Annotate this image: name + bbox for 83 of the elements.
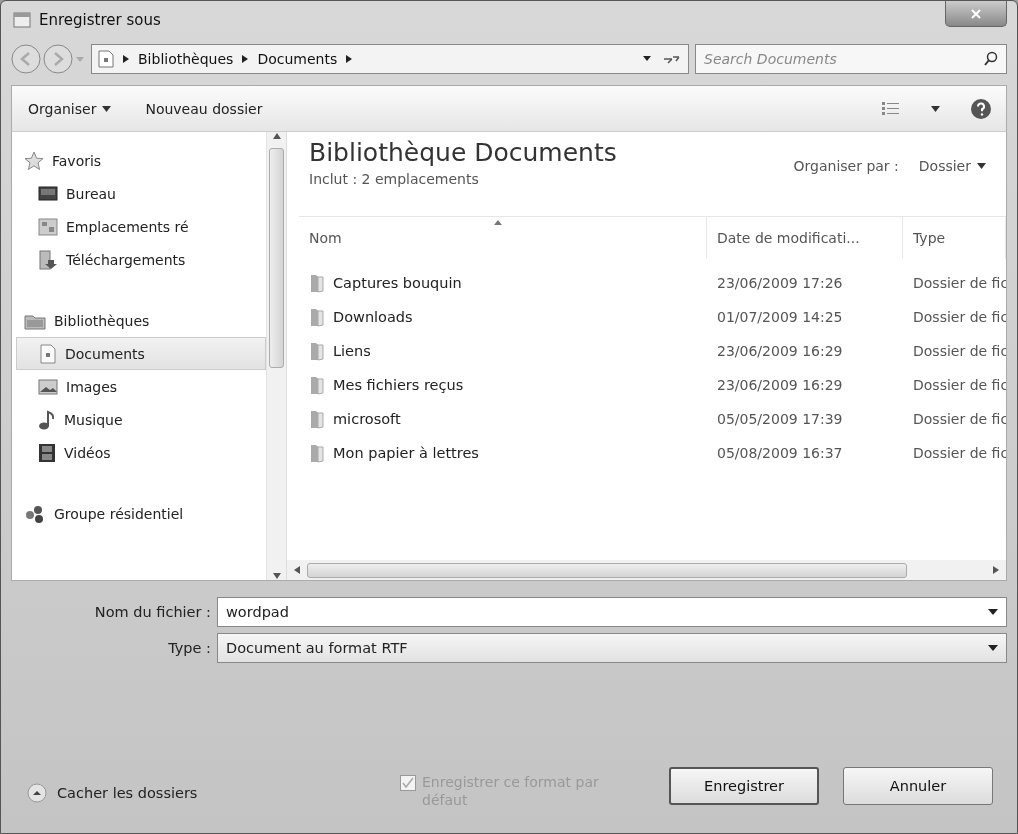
scroll-left-arrow[interactable] — [293, 565, 301, 575]
breadcrumb-item[interactable]: Documents — [257, 51, 338, 67]
filename-field[interactable]: wordpad — [217, 597, 1007, 627]
window-icon — [13, 11, 31, 29]
save-button[interactable]: Enregistrer — [669, 767, 819, 805]
field-label: Nom du fichier : — [93, 604, 211, 620]
file-name[interactable]: microsoft — [333, 411, 401, 427]
folder-icon — [309, 341, 325, 361]
new-folder-button[interactable]: Nouveau dossier — [143, 96, 265, 121]
date-cell-text: 23/06/2009 17:26 — [716, 275, 844, 291]
library-subtitle: Inclut : 2 emplacements — [309, 171, 480, 187]
library-title: Bibliothèque Documents — [309, 138, 617, 167]
dropdown-caret-icon[interactable] — [642, 55, 652, 63]
scroll-down-arrow[interactable] — [271, 572, 282, 580]
folder-icon — [309, 307, 325, 327]
address-bar[interactable]: Bibliothèques Documents — [91, 44, 689, 74]
close-icon — [971, 8, 981, 19]
folder-icon — [309, 443, 325, 463]
chevron-icon — [241, 54, 250, 64]
caret-icon[interactable] — [931, 105, 940, 112]
image-icon — [38, 377, 58, 396]
scroll-up-arrow[interactable] — [271, 132, 282, 140]
sidebar-item[interactable]: Musique — [64, 411, 123, 428]
cancel-button[interactable]: Annuler — [843, 767, 993, 805]
column-header[interactable]: Date de modificati... — [707, 217, 903, 258]
places-icon — [38, 216, 58, 237]
scrollbar-thumb[interactable] — [269, 148, 284, 368]
folder-icon — [309, 273, 325, 293]
close-button[interactable] — [945, 1, 1007, 27]
sidebar-item[interactable]: Emplacements ré — [66, 218, 189, 235]
sidebar-group[interactable]: Groupe résidentiel — [54, 505, 184, 522]
music-note-icon — [38, 409, 56, 430]
caret-icon — [102, 105, 112, 112]
folder-icon — [309, 409, 325, 429]
sidebar-item[interactable]: Téléchargements — [66, 251, 186, 268]
file-name[interactable]: Downloads — [333, 309, 413, 325]
document-icon — [39, 343, 57, 364]
arrange-label: Organiser par : — [793, 158, 899, 174]
date-cell-text: 23/06/2009 16:29 — [716, 343, 844, 359]
organise-menu-button[interactable]: Organiser — [26, 96, 114, 121]
window-title: Enregistrer sous — [39, 11, 161, 29]
dropdown-caret-icon — [988, 645, 998, 651]
sidebar-group[interactable]: Bibliothèques — [54, 312, 150, 329]
type-dropdown[interactable]: Document au format RTF — [217, 633, 1007, 663]
hide-folders-link[interactable]: Cacher les dossiers — [57, 785, 198, 801]
scroll-right-arrow[interactable] — [992, 565, 1000, 575]
sidebar-item[interactable]: Bureau — [66, 185, 116, 202]
sort-arrow-icon — [493, 219, 503, 225]
file-name[interactable]: Mes fichiers reçus — [333, 377, 464, 393]
checkmark-icon — [402, 776, 414, 789]
search-field[interactable]: Search Documents — [695, 44, 1007, 74]
date-cell-text: 05/05/2009 17:39 — [716, 411, 844, 427]
sidebar-item[interactable]: Documents — [16, 337, 266, 370]
download-folder-icon — [38, 249, 58, 270]
file-name[interactable]: Liens — [333, 343, 371, 359]
arrange-dropdown[interactable]: Dossier — [918, 158, 986, 174]
column-header[interactable]: Nom — [299, 217, 707, 258]
file-name[interactable]: Captures bouquin — [333, 275, 462, 291]
chevron-icon — [345, 54, 354, 64]
monitor-icon — [38, 184, 58, 203]
film-icon — [38, 442, 56, 463]
view-list-icon[interactable] — [881, 100, 901, 117]
column-header[interactable]: Type — [903, 217, 1006, 258]
sidebar-item[interactable]: Images — [66, 378, 118, 395]
date-cell-text: 01/07/2009 14:25 — [716, 309, 844, 325]
sidebar-group[interactable]: Favoris — [52, 152, 102, 169]
date-cell-text: 23/06/2009 16:29 — [716, 377, 844, 393]
sidebar-item[interactable]: Vidéos — [64, 444, 111, 461]
search-icon — [983, 51, 999, 67]
document-icon — [98, 50, 114, 68]
file-name[interactable]: Mon papier à lettres — [333, 445, 479, 461]
dropdown-caret-icon — [988, 609, 998, 615]
field-label: Type : — [167, 640, 211, 656]
scrollbar-thumb[interactable] — [307, 562, 907, 578]
chevron-icon — [122, 54, 130, 64]
caret-icon — [977, 163, 986, 169]
star-icon — [24, 150, 44, 171]
collapse-icon[interactable] — [27, 783, 47, 803]
breadcrumb-item[interactable]: Bibliothèques — [138, 51, 234, 67]
folder-icon — [309, 375, 325, 395]
date-cell-text: 05/08/2009 16:37 — [716, 445, 844, 461]
help-icon[interactable] — [970, 97, 992, 120]
homegroup-icon — [24, 503, 46, 524]
